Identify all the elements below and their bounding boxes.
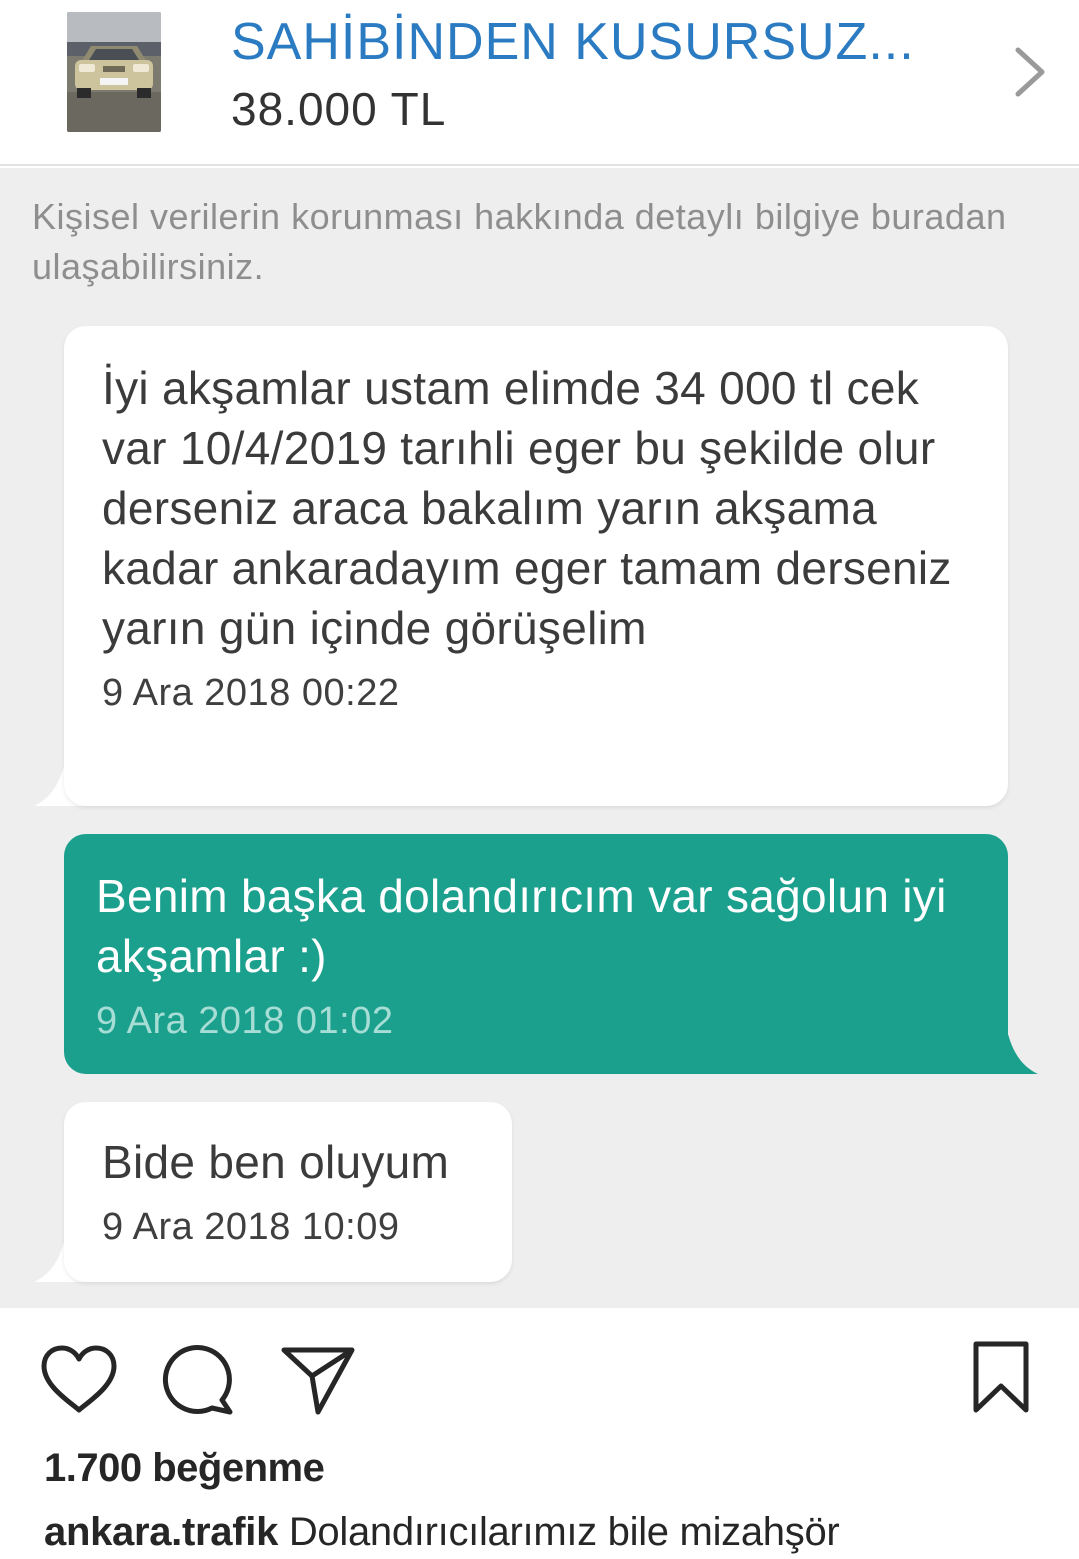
message-text: İyi akşamlar ustam elimde 34 000 tl cek … xyxy=(102,362,952,654)
car-thumbnail[interactable] xyxy=(67,12,161,132)
heart-icon[interactable] xyxy=(40,1344,118,1419)
chevron-right-icon[interactable] xyxy=(1008,42,1052,102)
message-bubble-incoming[interactable]: Bide ben oluyum 9 Ara 2018 10:09 xyxy=(64,1102,512,1282)
message-text: Bide ben oluyum xyxy=(102,1136,450,1188)
listing-title[interactable]: SAHİBİNDEN KUSURSUZ... xyxy=(231,12,971,72)
message-time: 9 Ara 2018 01:02 xyxy=(96,1000,394,1042)
bookmark-icon[interactable] xyxy=(970,1340,1032,1419)
caption-text: Dolandırıcılarımız bile mizahşör xyxy=(288,1510,840,1554)
likes-count[interactable]: 1.700 beğenme xyxy=(44,1446,325,1491)
comment-icon[interactable] xyxy=(160,1344,236,1421)
listing-price: 38.000 TL xyxy=(231,83,447,135)
share-icon[interactable] xyxy=(280,1344,356,1421)
privacy-note[interactable]: Kişisel verilerin korunması hakkında det… xyxy=(32,192,1042,292)
message-time: 9 Ara 2018 00:22 xyxy=(102,672,400,714)
message-text: Benim başka dolandırıcım var sağolun iyi… xyxy=(96,870,947,982)
post-footer: 1.700 beğenme ankara.trafik Dolandırıcıl… xyxy=(0,1308,1079,1559)
message-bubble-incoming[interactable]: İyi akşamlar ustam elimde 34 000 tl cek … xyxy=(64,326,1008,806)
chat-area[interactable]: Kişisel verilerin korunması hakkında det… xyxy=(0,168,1079,1308)
username-link[interactable]: ankara.trafik xyxy=(44,1510,278,1554)
listing-header[interactable]: SAHİBİNDEN KUSURSUZ... 38.000 TL xyxy=(0,0,1079,166)
post-caption: ankara.trafik Dolandırıcılarımız bile mi… xyxy=(44,1510,840,1555)
message-time: 9 Ara 2018 10:09 xyxy=(102,1206,400,1248)
message-bubble-outgoing[interactable]: Benim başka dolandırıcım var sağolun iyi… xyxy=(64,834,1008,1074)
